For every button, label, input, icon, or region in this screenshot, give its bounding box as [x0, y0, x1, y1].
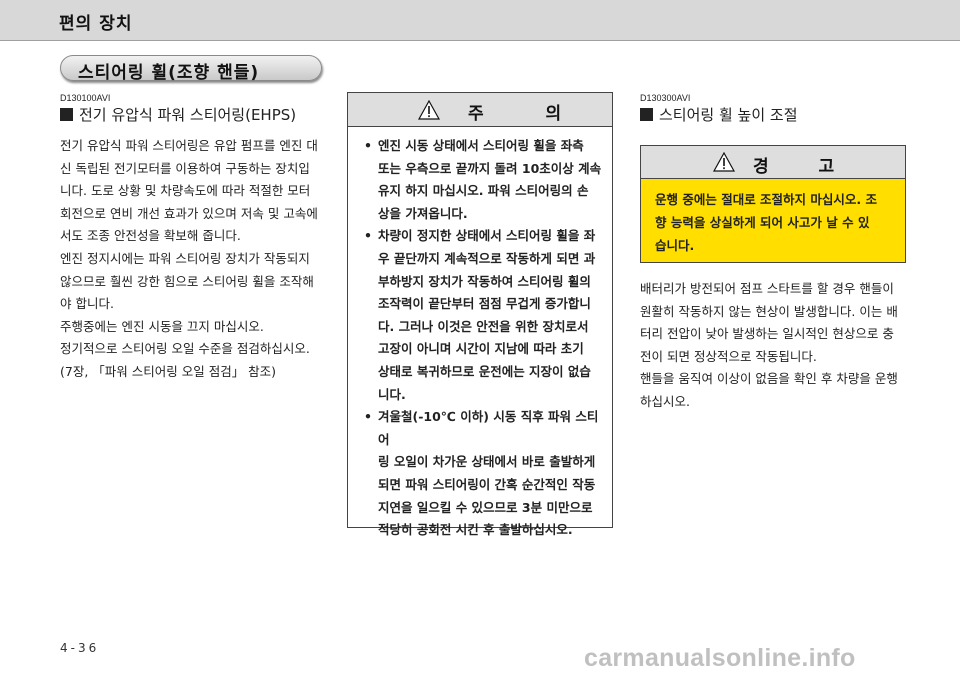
caution-item-line: 지연을 일으킬 수 있으므로 3분 미만으로 [378, 499, 593, 515]
caution-item-line: 조작력이 끝단부터 점점 무겁게 증가합니 [378, 296, 591, 312]
header-divider [0, 40, 960, 41]
left-body-line: 신 독립된 전기모터를 이용하여 구동하는 장치입 [60, 160, 310, 176]
right-body-line: 원활히 작동하지 않는 현상이 발생합니다. 이는 배 [640, 303, 898, 319]
bullet-dot-icon: • [364, 138, 372, 153]
watermark: carmanualsonline.info [584, 644, 856, 672]
caution-item-line: 부하방지 장치가 작동하여 스티어링 휠의 [378, 273, 591, 289]
warning-text: 운행 중에는 절대로 조절하지 마십시오. 조 향 능력을 상실하게 되어 사고… [655, 188, 899, 257]
caution-item-line: 적당히 공회전 시킨 후 출발하십시오. [378, 522, 573, 538]
warning-line: 향 능력을 상실하게 되어 사고가 날 수 있 [655, 215, 870, 230]
left-body-line: 니다. 도로 상황 및 차량속도에 따라 적절한 모터 [60, 183, 311, 199]
square-bullet-icon [60, 108, 73, 121]
caution-item: • 겨울철(-10℃ 이하) 시동 직후 파워 스티어 링 오일이 차가운 상태… [362, 406, 608, 542]
warning-triangle-icon [713, 152, 735, 172]
left-body-line: 회전으로 연비 개선 효과가 있으며 저속 및 고속에 [60, 205, 318, 221]
caution-item-line: 다. 그러나 이것은 안전을 위한 장치로서 [378, 318, 589, 334]
caution-header: 주 의 [348, 93, 612, 127]
square-bullet-icon [640, 108, 653, 121]
right-doc-code: D130300AVI [640, 93, 691, 103]
caution-item: • 차량이 정지한 상태에서 스티어링 휠을 좌 우 끝단까지 계속적으로 작동… [362, 225, 608, 406]
warning-box: 경 고 운행 중에는 절대로 조절하지 마십시오. 조 향 능력을 상실하게 되… [640, 145, 906, 263]
warning-triangle-icon [418, 100, 440, 120]
left-body-line: 전기 유압식 파워 스티어링은 유압 펌프를 엔진 대 [60, 138, 318, 153]
caution-item-line: 우 끝단까지 계속적으로 작동하게 되면 과 [378, 250, 596, 266]
left-subheading-text: 전기 유압식 파워 스티어링(EHPS) [79, 106, 297, 124]
chapter-title: 편의 장치 [59, 14, 133, 34]
left-body-line: 서도 조종 안전성을 확보해 줍니다. [60, 228, 241, 244]
left-body: 전기 유압식 파워 스티어링은 유압 펌프를 엔진 대 신 독립된 전기모터를 … [60, 135, 325, 384]
right-subheading-text: 스티어링 휠 높이 조절 [659, 106, 798, 124]
warning-line: 운행 중에는 절대로 조절하지 마십시오. 조 [655, 192, 878, 207]
right-subheading: 스티어링 휠 높이 조절 [640, 104, 798, 125]
left-body-line: 않으므로 훨씬 강한 힘으로 스티어링 휠을 조작해 [60, 273, 314, 289]
right-body-line: 터리 전압이 낮아 발생하는 일시적인 현상으로 충 [640, 326, 894, 342]
caution-item-line: 유지 하지 마십시오. 파워 스티어링의 손 [378, 183, 589, 199]
caution-box: 주 의 • 엔진 시동 상태에서 스티어링 휠을 좌측 또는 우측으로 끝까지 … [347, 92, 613, 537]
caution-item-line: 고장이 아니며 시간이 지남에 따라 초기 [378, 341, 584, 357]
caution-item-line: 겨울철(-10℃ 이하) 시동 직후 파워 스티어 [378, 409, 599, 447]
caution-item-line: 차량이 정지한 상태에서 스티어링 휠을 좌 [378, 228, 596, 244]
warning-title: 경 고 [753, 157, 857, 177]
warning-line: 습니다. [655, 238, 695, 253]
left-body-line: (7장, 「파워 스티어링 오일 점검」 참조) [60, 363, 277, 379]
caution-item-line: 엔진 시동 상태에서 스티어링 휠을 좌측 [378, 138, 584, 153]
left-body-line: 정기적으로 스티어링 오일 수준을 점검하십시오. [60, 341, 310, 357]
section-title: 스티어링 휠(조향 핸들) [78, 63, 260, 83]
left-doc-code: D130100AVI [60, 93, 111, 103]
right-body-line: 하십시오. [640, 393, 690, 409]
left-subheading: 전기 유압식 파워 스티어링(EHPS) [60, 104, 296, 125]
caution-item-line: 상을 가져옵니다. [378, 205, 468, 221]
caution-list: • 엔진 시동 상태에서 스티어링 휠을 좌측 또는 우측으로 끝까지 돌려 1… [362, 135, 608, 542]
right-body-line: 전이 되면 정상적으로 작동됩니다. [640, 348, 817, 364]
left-body-line: 주행중에는 엔진 시동을 끄지 마십시오. [60, 318, 264, 334]
caution-title: 주 의 [468, 104, 590, 124]
right-body: 배터리가 방전되어 점프 스타트를 할 경우 핸들이 원활히 작동하지 않는 현… [640, 278, 906, 414]
caution-item-line: 링 오일이 차가운 상태에서 바로 출발하게 [378, 454, 596, 470]
left-body-line: 야 합니다. [60, 296, 114, 312]
bullet-dot-icon: • [364, 228, 372, 244]
page-number: 4-36 [60, 641, 100, 655]
right-body-line: 배터리가 방전되어 점프 스타트를 할 경우 핸들이 [640, 281, 894, 296]
chapter-header-band [0, 0, 960, 41]
right-body-line: 핸들을 움직여 이상이 없음을 확인 후 차량을 운행 [640, 371, 898, 387]
caution-item: • 엔진 시동 상태에서 스티어링 휠을 좌측 또는 우측으로 끝까지 돌려 1… [362, 135, 608, 225]
section-title-badge: 스티어링 휠(조향 핸들) [60, 55, 322, 83]
left-body-line: 엔진 정지시에는 파워 스티어링 장치가 작동되지 [60, 250, 310, 266]
caution-item-line: 상태로 복귀하므로 운전에는 지장이 없습 [378, 363, 591, 379]
caution-item-line: 또는 우측으로 끝까지 돌려 10초이상 계속 [378, 160, 602, 176]
bullet-dot-icon: • [364, 409, 372, 425]
warning-header: 경 고 [641, 146, 905, 179]
caution-item-line: 니다. [378, 386, 406, 402]
caution-item-line: 되면 파워 스티어링이 간혹 순간적인 작동 [378, 476, 596, 492]
